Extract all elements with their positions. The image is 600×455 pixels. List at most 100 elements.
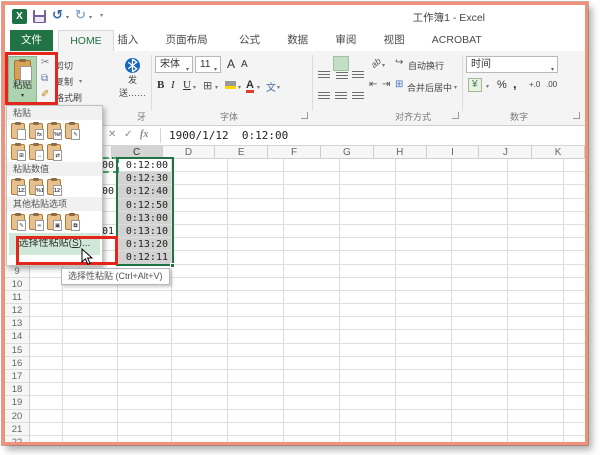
cell-G14[interactable] [340,330,396,343]
cell-D10[interactable] [172,278,228,291]
cell-I7[interactable] [452,238,508,251]
cell-F2[interactable] [284,172,340,185]
cell-D8[interactable] [172,251,228,264]
borders-dropdown-icon[interactable]: ▾ [215,84,218,91]
column-header-G[interactable]: G [321,146,374,159]
cell-J12[interactable] [508,304,564,317]
cell-G3[interactable] [340,185,396,198]
cell-C19[interactable] [118,396,172,409]
cell-K14[interactable] [564,330,585,343]
values-source-formatting-icon[interactable]: 12✎ [47,179,61,195]
cell-E6[interactable] [228,225,284,238]
cell-G20[interactable] [340,410,396,423]
cell-I22[interactable] [452,436,508,442]
cell-C20[interactable] [118,410,172,423]
cell-G10[interactable] [340,278,396,291]
cell-B21[interactable] [63,423,118,436]
cell-K11[interactable] [564,291,585,304]
cell-F13[interactable] [284,317,340,330]
cell-H3[interactable] [396,185,452,198]
cell-G17[interactable] [340,370,396,383]
fill-color-dropdown-icon[interactable]: ▾ [238,84,241,91]
tab-文件[interactable]: 文件 [10,30,53,51]
cell-H11[interactable] [396,291,452,304]
cell-C18[interactable] [118,383,172,396]
cell-I5[interactable] [452,212,508,225]
font-name-select[interactable]: 宋体 ▾ [155,56,193,73]
row-header-14[interactable]: 14 [5,330,30,343]
cell-A15[interactable] [30,344,63,357]
cell-K8[interactable] [564,251,585,264]
cell-J2[interactable] [508,172,564,185]
font-size-select[interactable]: 11 ▾ [195,56,221,73]
cell-F19[interactable] [284,396,340,409]
cell-K1[interactable] [564,159,585,172]
column-header-C[interactable]: C [112,146,163,159]
cell-F11[interactable] [284,291,340,304]
cell-J11[interactable] [508,291,564,304]
undo-icon[interactable]: ↺ [52,7,63,23]
cell-A22[interactable] [30,436,63,442]
cell-G1[interactable] [340,159,396,172]
cell-G19[interactable] [340,396,396,409]
cell-I6[interactable] [452,225,508,238]
copy-dropdown-icon[interactable]: ▾ [79,78,82,85]
cell-H20[interactable] [396,410,452,423]
row-header-12[interactable]: 12 [5,304,30,317]
cell-J7[interactable] [508,238,564,251]
cell-D2[interactable] [172,172,228,185]
cell-D12[interactable] [172,304,228,317]
top-align-button[interactable] [316,56,332,71]
cell-D22[interactable] [172,436,228,442]
cell-J10[interactable] [508,278,564,291]
cell-H16[interactable] [396,357,452,370]
cell-E18[interactable] [228,383,284,396]
cell-D3[interactable] [172,185,228,198]
cell-K20[interactable] [564,410,585,423]
cell-F16[interactable] [284,357,340,370]
cell-A9[interactable] [30,265,63,278]
cell-F4[interactable] [284,199,340,212]
cell-H9[interactable] [396,265,452,278]
cell-G5[interactable] [340,212,396,225]
redo-dropdown-icon[interactable]: ▾ [89,14,92,21]
cell-A20[interactable] [30,410,63,423]
cell-H12[interactable] [396,304,452,317]
cell-J15[interactable] [508,344,564,357]
cell-D15[interactable] [172,344,228,357]
cell-D7[interactable] [172,238,228,251]
merge-center-label[interactable]: 合并后居中 [407,81,452,94]
cell-I20[interactable] [452,410,508,423]
cell-H14[interactable] [396,330,452,343]
cell-I12[interactable] [452,304,508,317]
formatting-icon[interactable]: ✎ [11,214,25,230]
italic-button[interactable]: I [171,79,175,91]
cell-I9[interactable] [452,265,508,278]
tab-HOME[interactable]: HOME [58,30,114,51]
cell-F6[interactable] [284,225,340,238]
picture-icon[interactable]: ▣ [47,214,61,230]
merge-center-dropdown-icon[interactable]: ▾ [454,84,457,91]
orientation-dropdown-icon[interactable]: ▾ [382,62,385,69]
cell-A21[interactable] [30,423,63,436]
bottom-align-button[interactable] [350,56,366,71]
cell-C3[interactable]: 0:12:40 [118,185,172,198]
row-header-20[interactable]: 20 [5,410,30,423]
increase-indent-button[interactable]: ⇥ [382,79,390,90]
cell-F5[interactable] [284,212,340,225]
cell-E3[interactable] [228,185,284,198]
accounting-dropdown-icon[interactable]: ▾ [486,83,489,90]
paste-icon[interactable] [11,123,25,139]
cell-I13[interactable] [452,317,508,330]
column-header-F[interactable]: F [268,146,321,159]
cell-C21[interactable] [118,423,172,436]
values-icon[interactable]: 123 [11,179,25,195]
cell-H10[interactable] [396,278,452,291]
cell-J19[interactable] [508,396,564,409]
row-header-21[interactable]: 21 [5,423,30,436]
keep-source-column-widths-icon[interactable]: ↔ [29,144,43,160]
cell-A13[interactable] [30,317,63,330]
cell-D11[interactable] [172,291,228,304]
cell-G2[interactable] [340,172,396,185]
cell-J21[interactable] [508,423,564,436]
